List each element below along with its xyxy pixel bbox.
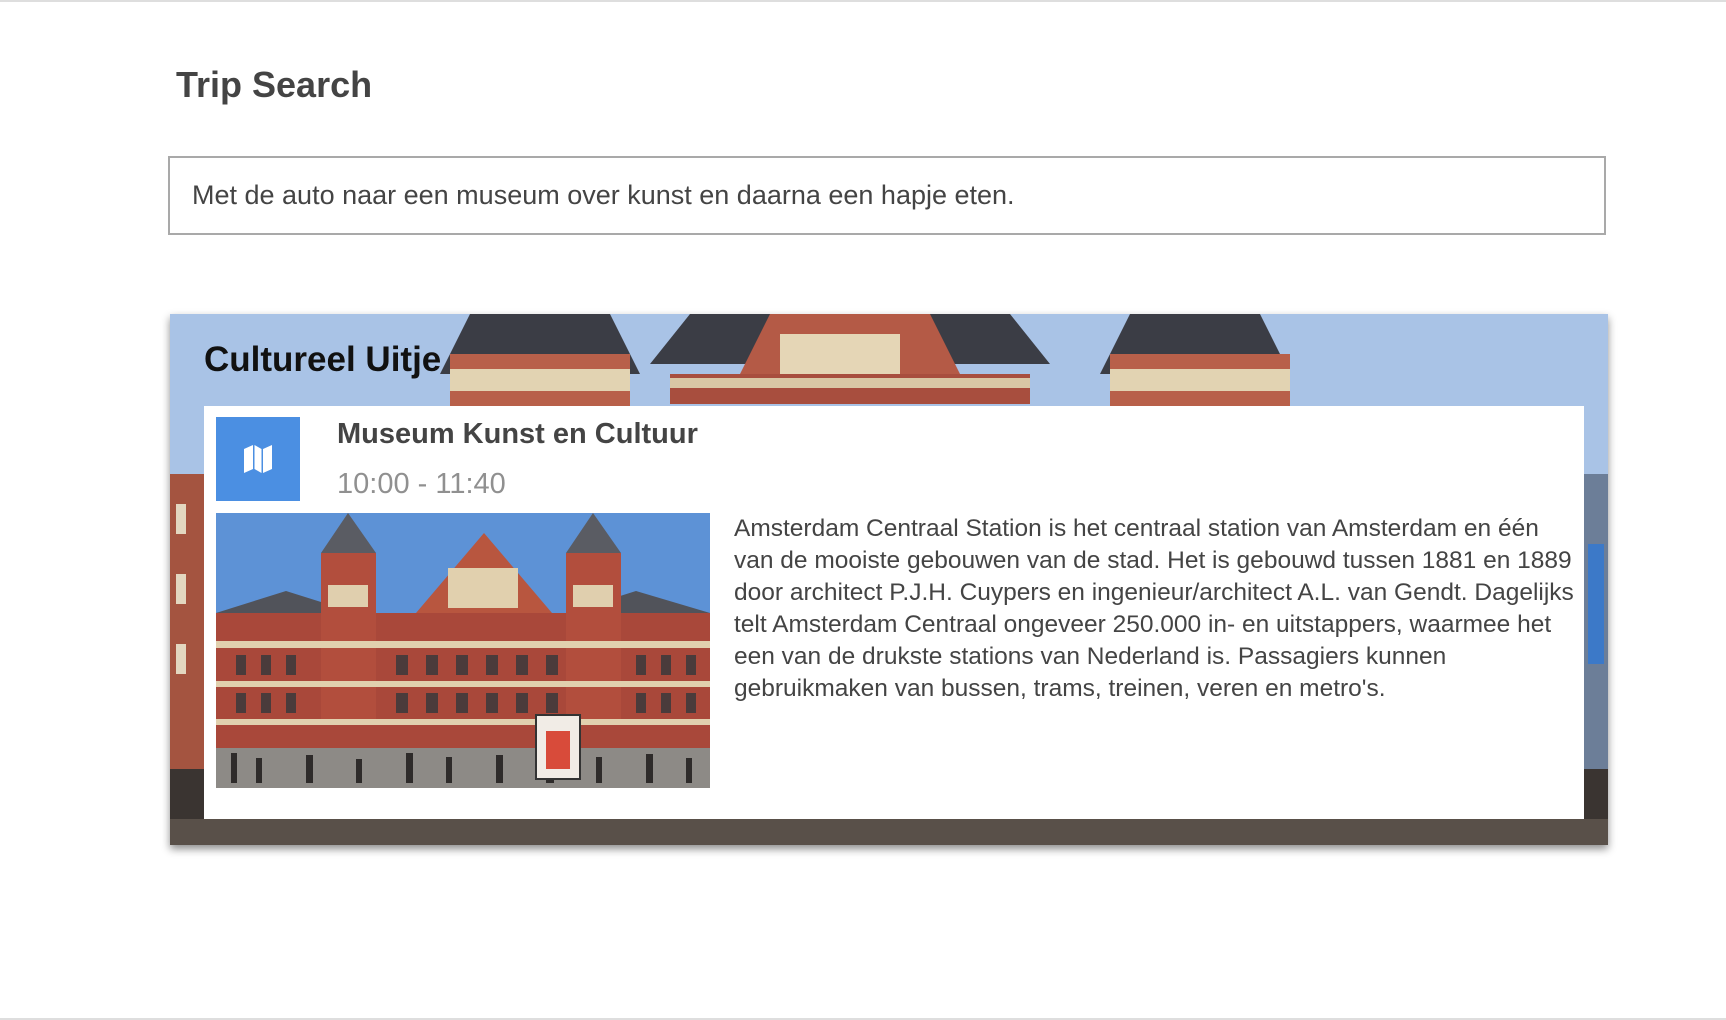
activity-time: 10:00 - 11:40 <box>337 468 506 500</box>
trip-card[interactable]: Cultureel Uitje Museum Kunst en Cultuur … <box>170 314 1608 845</box>
activity-photo <box>216 513 710 788</box>
activity-title[interactable]: Museum Kunst en Cultuur <box>337 418 698 451</box>
activity-card[interactable]: Museum Kunst en Cultuur 10:00 - 11:40 Am… <box>204 406 1584 819</box>
trip-heading: Cultureel Uitje <box>204 340 442 379</box>
map-icon <box>216 417 300 501</box>
trip-search-input[interactable] <box>168 156 1606 235</box>
page-title: Trip Search <box>176 64 373 105</box>
page: Trip Search Met de auto naar een museum … <box>0 0 1726 1020</box>
activity-description: Amsterdam Centraal Station is het centra… <box>734 515 1574 702</box>
